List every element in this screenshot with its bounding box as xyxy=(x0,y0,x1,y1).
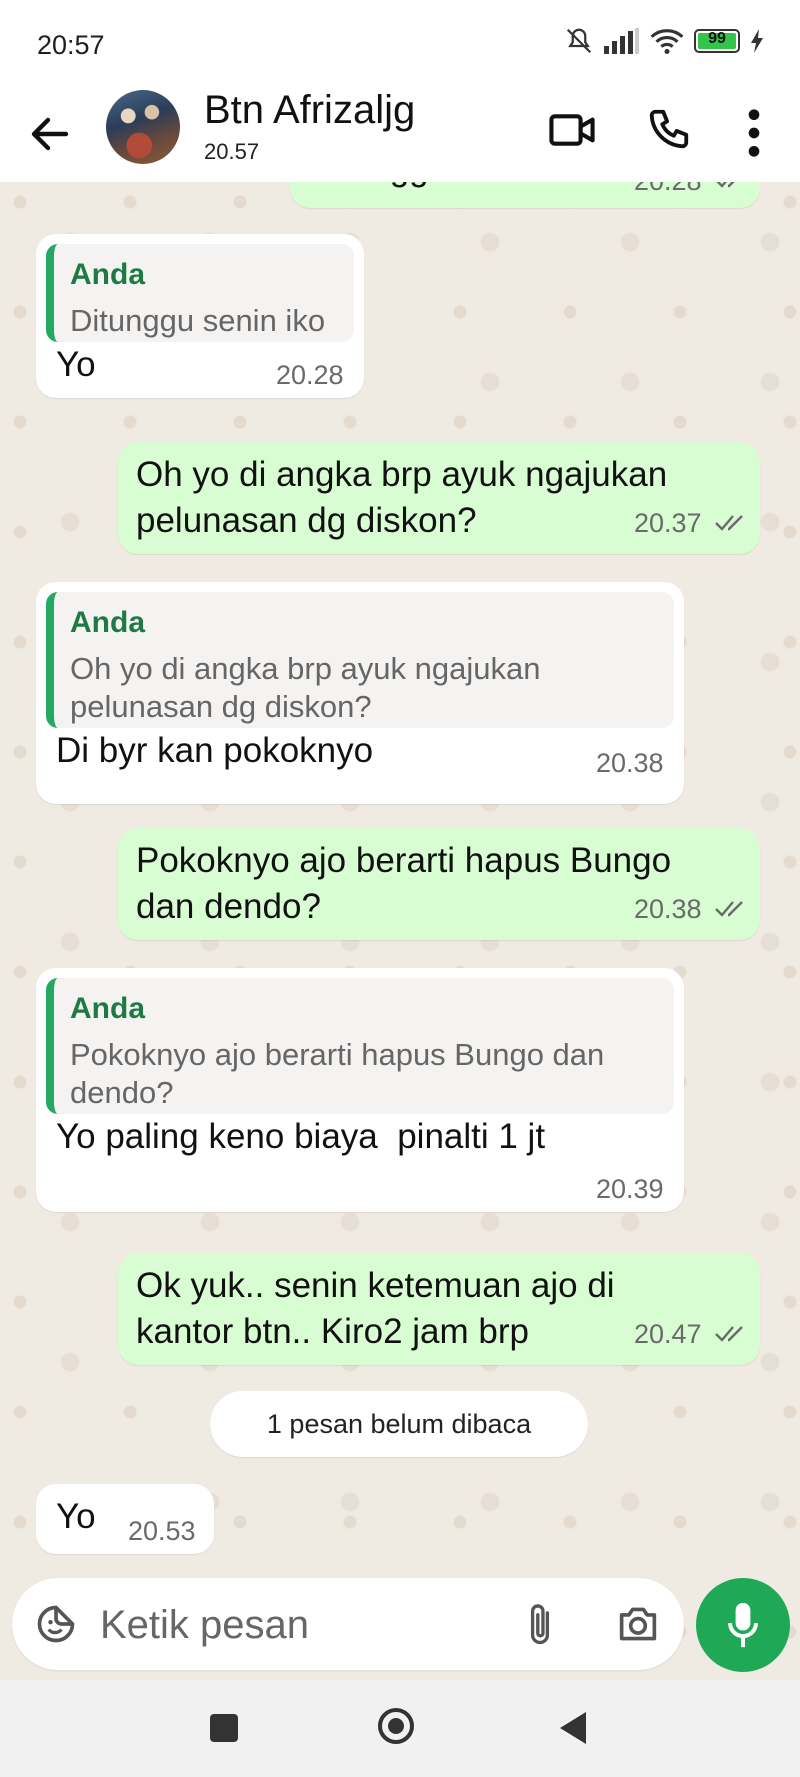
microphone-icon xyxy=(728,1602,758,1648)
video-call-icon[interactable] xyxy=(548,110,596,150)
back-arrow-icon[interactable] xyxy=(26,110,74,158)
message-incoming[interactable]: Anda Ditunggu senin iko Yo 20.28 xyxy=(36,234,364,398)
contact-avatar[interactable] xyxy=(106,90,180,164)
quoted-message[interactable]: Anda Ditunggu senin iko xyxy=(46,244,354,342)
message-outgoing[interactable]: Oh yo di angka brp ayuk ngajukan pelunas… xyxy=(118,442,760,554)
phone-icon[interactable] xyxy=(646,106,692,152)
status-bar: 20:57 99 xyxy=(0,0,800,88)
mute-bell-icon xyxy=(566,28,592,54)
recents-button[interactable] xyxy=(210,1714,238,1742)
read-receipt-icon xyxy=(715,515,743,531)
wifi-icon xyxy=(650,29,684,55)
voice-message-button[interactable] xyxy=(696,1578,790,1672)
message-time: 20.38 xyxy=(596,748,664,778)
status-time: 20:57 xyxy=(37,30,105,60)
signal-icon xyxy=(604,28,639,54)
message-composer xyxy=(12,1578,684,1670)
last-seen: 20.57 xyxy=(204,139,260,164)
quote-author: Anda xyxy=(70,992,145,1025)
battery-icon: 99 xyxy=(694,29,740,53)
message-time: 20.28 xyxy=(276,360,344,390)
more-options-icon[interactable] xyxy=(742,108,766,158)
read-receipt-icon xyxy=(716,182,735,188)
message-text: Oh yo di angka brp ayuk ngajukan pelunas… xyxy=(136,455,668,540)
message-outgoing[interactable]: Pokoknyo ajo berarti hapus Bungo dan den… xyxy=(118,828,760,940)
message-incoming[interactable]: Anda Pokoknyo ajo berarti hapus Bungo da… xyxy=(36,968,684,1212)
emoji-sticker-icon[interactable] xyxy=(34,1602,78,1646)
status-icons: 99 xyxy=(564,26,764,56)
quote-text: Ditunggu senin iko xyxy=(70,303,326,338)
message-time: 20.28 xyxy=(634,182,702,197)
quoted-message[interactable]: Anda Oh yo di angka brp ayuk ngajukan pe… xyxy=(46,592,674,728)
message-time: 20.47 xyxy=(634,1319,702,1349)
message-time: 20.39 xyxy=(596,1174,664,1204)
battery-level: 99 xyxy=(708,30,726,47)
message-time: 20.53 xyxy=(128,1516,196,1546)
camera-icon[interactable] xyxy=(616,1604,660,1644)
message-outgoing[interactable]: Ok yuk.. senin ketemuan ajo di kantor bt… xyxy=(118,1253,760,1365)
back-nav-icon[interactable] xyxy=(556,1710,588,1746)
message-text: Ditunggu senin iko xyxy=(308,182,596,192)
home-button[interactable] xyxy=(378,1708,414,1744)
message-text: Yo paling keno biaya pinalti 1 jt xyxy=(56,1117,546,1156)
quote-text: Oh yo di angka brp ayuk ngajukan pelunas… xyxy=(70,651,541,724)
message-text: Ok yuk.. senin ketemuan ajo di kantor bt… xyxy=(136,1266,615,1351)
message-text: Yo xyxy=(56,1497,96,1536)
message-outgoing[interactable]: Ditunggu senin iko 20.28 xyxy=(290,182,760,208)
chat-area[interactable]: Ditunggu senin iko 20.28 Anda Ditunggu s… xyxy=(0,182,800,1680)
read-receipt-icon xyxy=(715,901,743,917)
message-time: 20.38 xyxy=(634,894,702,924)
message-time: 20.37 xyxy=(634,508,702,538)
quote-text: Pokoknyo ajo berarti hapus Bungo dan den… xyxy=(70,1037,605,1110)
message-text: Yo xyxy=(56,345,96,384)
quote-author: Anda xyxy=(70,606,145,639)
message-incoming[interactable]: Anda Oh yo di angka brp ayuk ngajukan pe… xyxy=(36,582,684,804)
system-nav-bar xyxy=(0,1680,800,1777)
chat-header: Btn Afrizaljg 20.57 xyxy=(0,88,800,183)
message-text: Di byr kan pokoknyo xyxy=(56,731,374,770)
charging-icon xyxy=(751,29,763,53)
contact-name[interactable]: Btn Afrizaljg xyxy=(204,88,415,133)
quoted-message[interactable]: Anda Pokoknyo ajo berarti hapus Bungo da… xyxy=(46,978,674,1114)
unread-divider: 1 pesan belum dibaca xyxy=(210,1391,588,1457)
message-text: Pokoknyo ajo berarti hapus Bungo dan den… xyxy=(136,841,672,926)
read-receipt-icon xyxy=(715,1326,743,1342)
attach-icon[interactable] xyxy=(522,1600,558,1648)
quote-author: Anda xyxy=(70,258,145,291)
message-incoming[interactable]: Yo 20.53 xyxy=(36,1484,214,1554)
message-input[interactable] xyxy=(98,1598,462,1652)
